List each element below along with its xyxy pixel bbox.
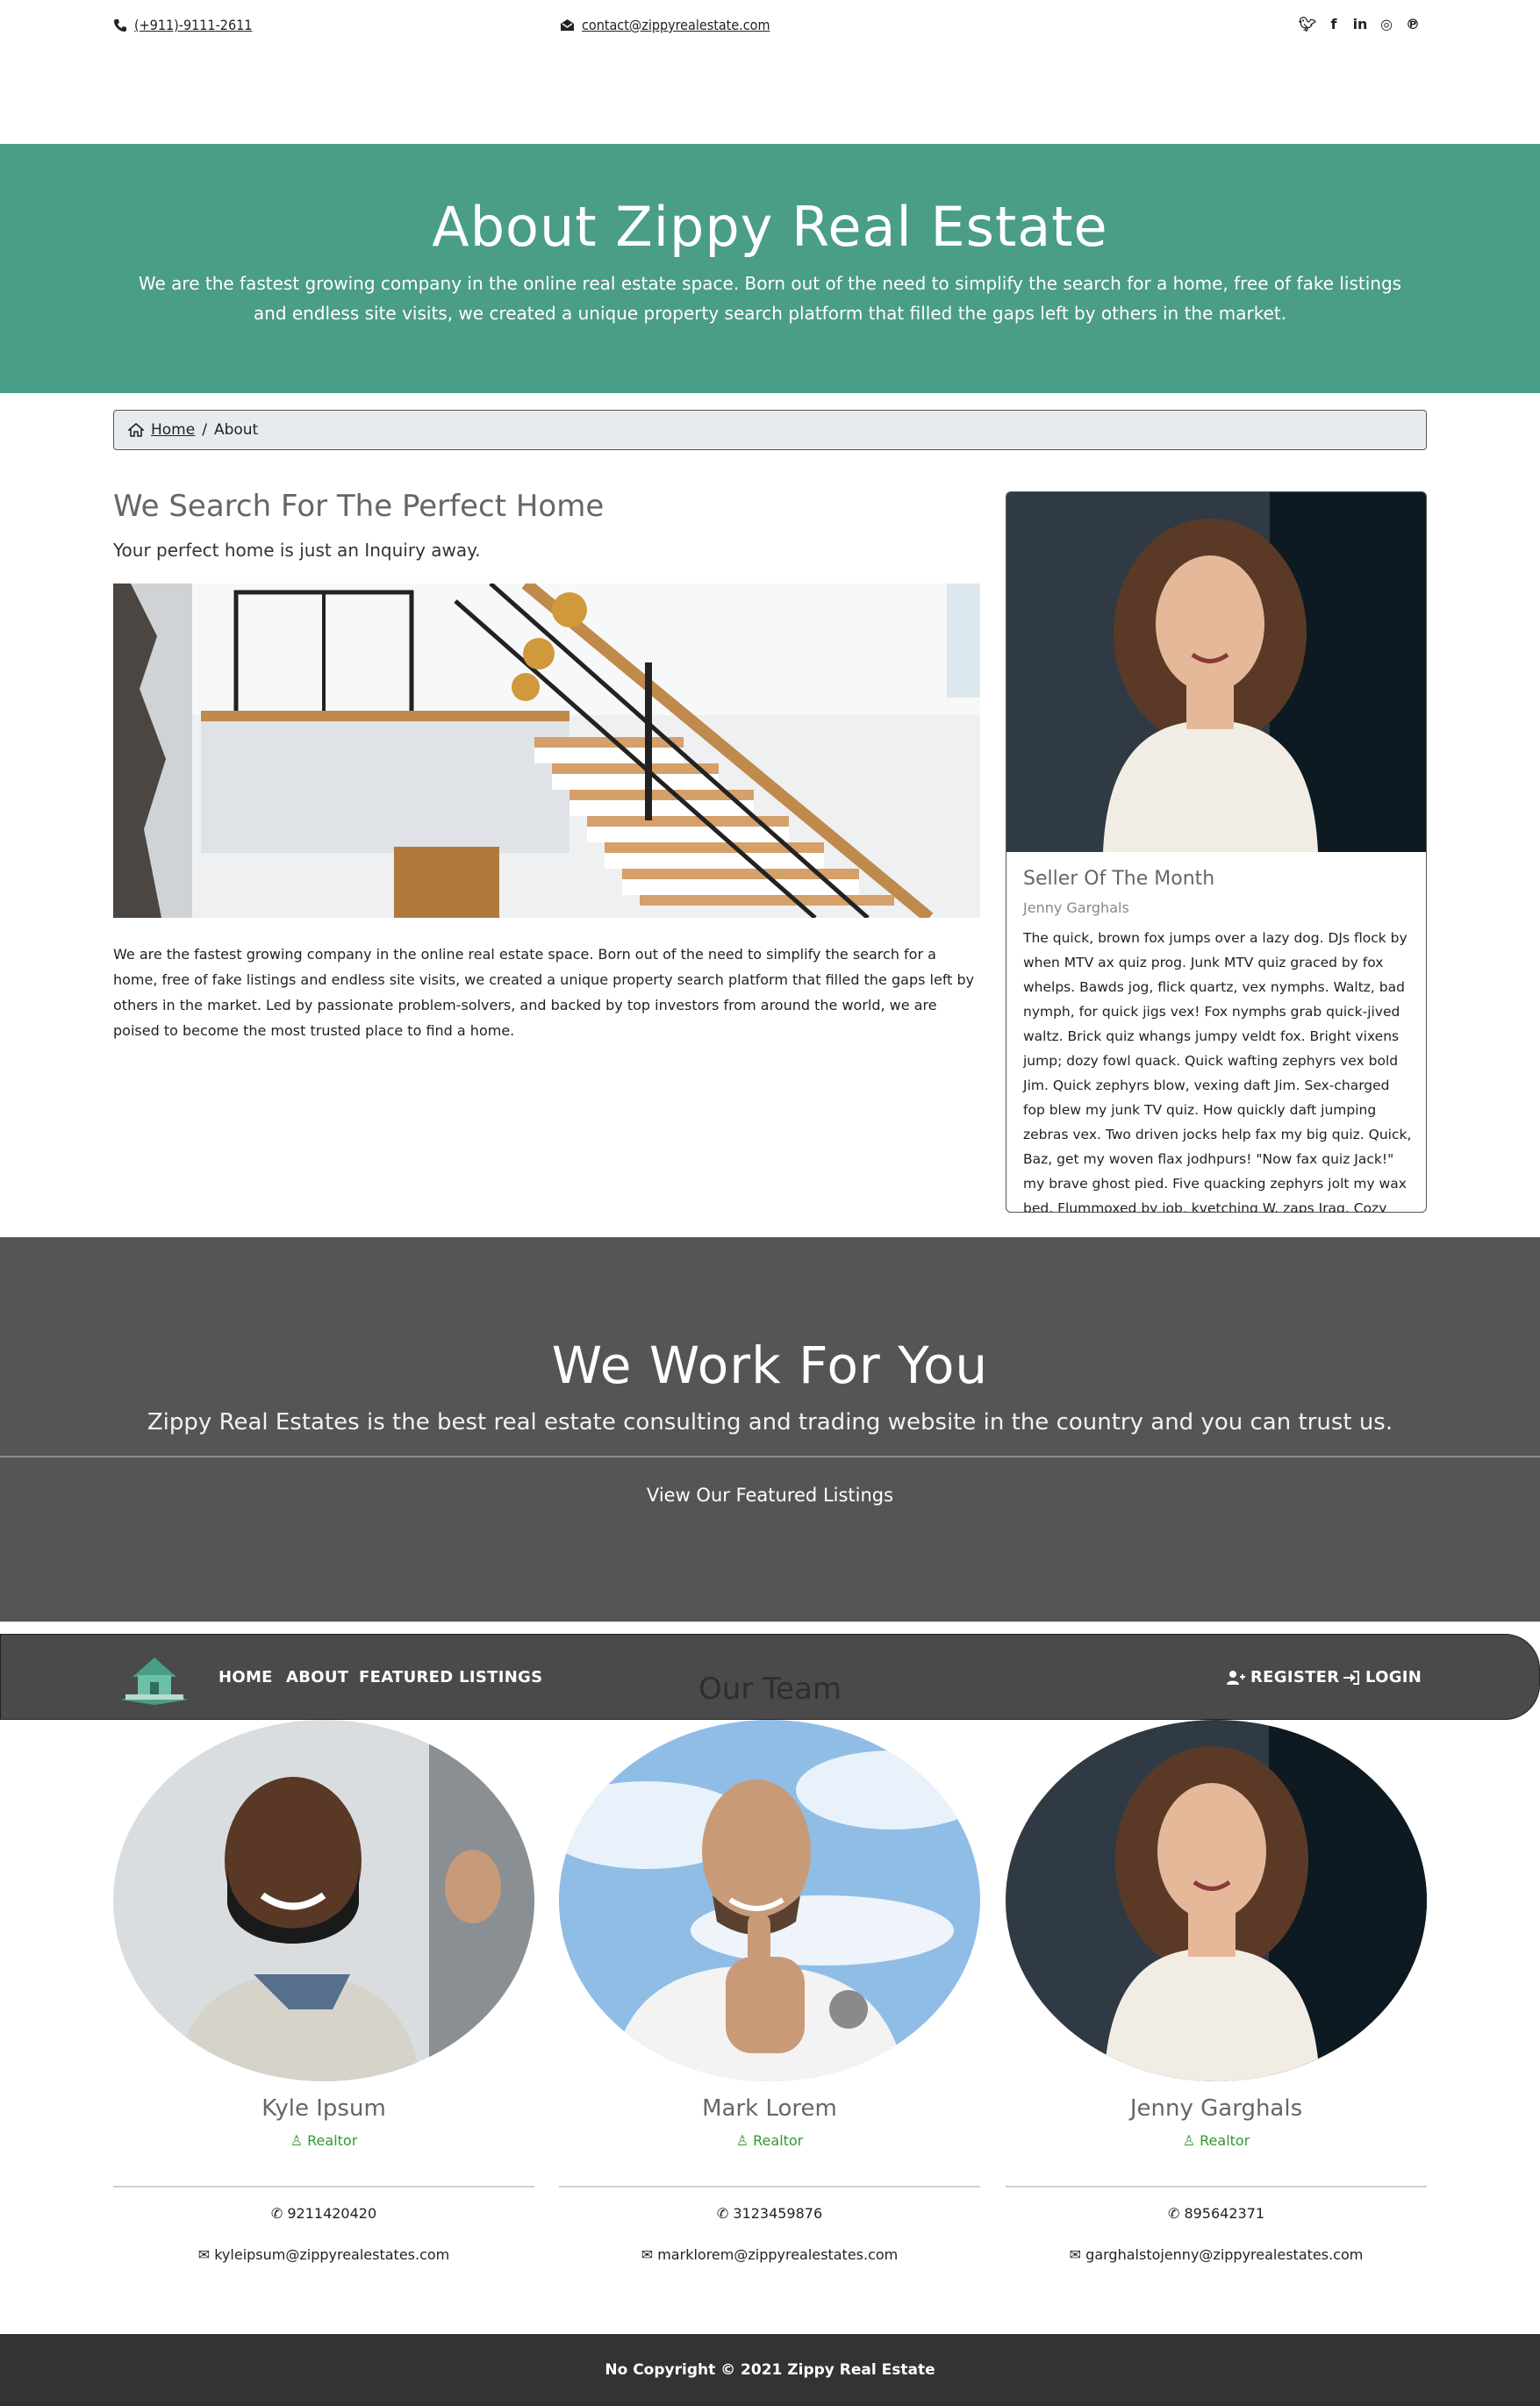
home-icon bbox=[128, 423, 144, 437]
sign-in-icon bbox=[1343, 1670, 1359, 1685]
envelope-icon bbox=[561, 19, 574, 31]
pinterest-icon[interactable]: ℗ bbox=[1404, 16, 1422, 33]
phone-number: 895642371 bbox=[1184, 2205, 1265, 2222]
breadcrumb-separator: / bbox=[202, 421, 207, 439]
nav-register[interactable]: REGISTER bbox=[1226, 1668, 1339, 1686]
phone-contact[interactable]: (+911)-9111-2611 bbox=[113, 17, 252, 33]
site-logo[interactable] bbox=[117, 1651, 192, 1705]
seller-photo bbox=[1006, 492, 1426, 852]
team-member-phone: ✆ 9211420420 bbox=[113, 2205, 534, 2222]
instagram-icon[interactable]: ◎ bbox=[1378, 16, 1395, 33]
nav-about[interactable]: ABOUT bbox=[286, 1668, 348, 1686]
phone-icon: ✆ bbox=[270, 2205, 288, 2222]
team-member-role: ♙ Realtor bbox=[559, 2132, 980, 2149]
team-member-role: ♙ Realtor bbox=[113, 2132, 534, 2149]
team-member-email: ✉ marklorem@zippyrealestates.com bbox=[559, 2246, 980, 2263]
main-subheading: Your perfect home is just an Inquiry awa… bbox=[113, 540, 481, 561]
email-contact[interactable]: contact@zippyrealestate.com bbox=[560, 17, 770, 33]
email-link[interactable]: contact@zippyrealestate.com bbox=[582, 17, 770, 33]
nav-register-label: REGISTER bbox=[1250, 1668, 1340, 1686]
breadcrumb: Home / About bbox=[113, 410, 1427, 450]
view-featured-listings-button[interactable]: View Our Featured Listings bbox=[0, 1485, 1540, 1506]
award-icon: ♙ bbox=[1182, 2132, 1200, 2149]
email-address[interactable]: kyleipsum@zippyrealestates.com bbox=[214, 2246, 449, 2263]
main-body-text: We are the fastest growing company in th… bbox=[113, 946, 975, 1039]
we-work-for-you-section: We Work For You Zippy Real Estates is th… bbox=[0, 1237, 1540, 1622]
team-member-photo bbox=[113, 1720, 534, 2081]
phone-icon: ✆ bbox=[1167, 2205, 1185, 2222]
staircase-image bbox=[113, 584, 980, 918]
team-member-phone: ✆ 895642371 bbox=[1006, 2205, 1427, 2222]
site-footer: No Copyright © 2021 Zippy Real Estate bbox=[0, 2334, 1540, 2406]
breadcrumb-current: About bbox=[213, 421, 259, 439]
award-icon: ♙ bbox=[290, 2132, 308, 2149]
team-member-email: ✉ garghalstojenny@zippyrealestates.com bbox=[1006, 2246, 1427, 2263]
about-hero: About Zippy Real Estate We are the faste… bbox=[0, 144, 1540, 393]
team-member-email: ✉ kyleipsum@zippyrealestates.com bbox=[113, 2246, 534, 2263]
role-label: Realtor bbox=[307, 2132, 358, 2149]
seller-description: The quick, brown fox jumps over a lazy d… bbox=[1023, 930, 1412, 1213]
facebook-icon[interactable]: f bbox=[1325, 16, 1343, 33]
team-member-card: Mark Lorem ♙ Realtor ✆ 3123459876 ✉ mark… bbox=[559, 1720, 980, 2263]
section-divider bbox=[0, 1456, 1540, 1457]
envelope-icon: ✉ bbox=[1069, 2246, 1086, 2263]
twitter-icon[interactable]: 🐦︎ bbox=[1299, 16, 1316, 33]
phone-icon: ✆ bbox=[716, 2205, 734, 2222]
team-member-photo bbox=[1006, 1720, 1427, 2081]
team-member-card: Jenny Garghals ♙ Realtor ✆ 895642371 ✉ g… bbox=[1006, 1720, 1427, 2263]
social-links: 🐦︎ f in ◎ ℗ bbox=[1299, 16, 1422, 33]
nav-home[interactable]: HOME bbox=[218, 1668, 273, 1686]
footer-copyright: No Copyright © 2021 Zippy Real Estate bbox=[605, 2361, 935, 2379]
work-title: We Work For You bbox=[551, 1335, 989, 1395]
phone-link[interactable]: (+911)-9111-2611 bbox=[134, 17, 252, 33]
seller-of-month-card: Seller Of The Month Jenny Garghals The q… bbox=[1006, 491, 1427, 1213]
seller-name: Jenny Garghals bbox=[1023, 899, 1129, 916]
team-member-phone: ✆ 3123459876 bbox=[559, 2205, 980, 2222]
team-member-name: Kyle Ipsum bbox=[261, 2095, 386, 2122]
email-address[interactable]: garghalstojenny@zippyrealestates.com bbox=[1085, 2246, 1363, 2263]
breadcrumb-home[interactable]: Home bbox=[151, 421, 195, 439]
seller-card-title: Seller Of The Month bbox=[1023, 868, 1215, 890]
team-member-name: Jenny Garghals bbox=[1129, 2095, 1303, 2122]
envelope-icon: ✉ bbox=[197, 2246, 215, 2263]
nav-login-label: LOGIN bbox=[1365, 1668, 1422, 1686]
linkedin-icon[interactable]: in bbox=[1351, 16, 1369, 33]
team-member-name: Mark Lorem bbox=[702, 2095, 837, 2122]
team-member-card: Kyle Ipsum ♙ Realtor ✆ 9211420420 ✉ kyle… bbox=[113, 1720, 534, 2263]
team-member-role: ♙ Realtor bbox=[1006, 2132, 1427, 2149]
role-label: Realtor bbox=[1200, 2132, 1250, 2149]
hero-title: About Zippy Real Estate bbox=[432, 195, 1108, 259]
email-address[interactable]: marklorem@zippyrealestates.com bbox=[657, 2246, 898, 2263]
member-divider bbox=[559, 2186, 980, 2188]
envelope-icon: ✉ bbox=[641, 2246, 658, 2263]
top-bar: (+911)-9111-2611 contact@zippyrealestate… bbox=[0, 0, 1540, 54]
award-icon: ♙ bbox=[735, 2132, 754, 2149]
team-member-photo bbox=[559, 1720, 980, 2081]
phone-number: 3123459876 bbox=[733, 2205, 823, 2222]
main-navbar: Our Team HOME ABOUT FEATURED LISTINGS RE… bbox=[0, 1634, 1540, 1720]
main-heading: We Search For The Perfect Home bbox=[113, 489, 605, 524]
work-text: Zippy Real Estates is the best real esta… bbox=[147, 1409, 1393, 1436]
phone-icon bbox=[114, 18, 126, 32]
nav-login[interactable]: LOGIN bbox=[1343, 1668, 1422, 1686]
member-divider bbox=[113, 2186, 534, 2188]
nav-featured-listings[interactable]: FEATURED LISTINGS bbox=[359, 1668, 542, 1686]
phone-number: 9211420420 bbox=[287, 2205, 377, 2222]
member-divider bbox=[1006, 2186, 1427, 2188]
hero-text: We are the fastest growing company in th… bbox=[138, 273, 1402, 324]
role-label: Realtor bbox=[753, 2132, 804, 2149]
user-plus-icon bbox=[1227, 1670, 1245, 1685]
